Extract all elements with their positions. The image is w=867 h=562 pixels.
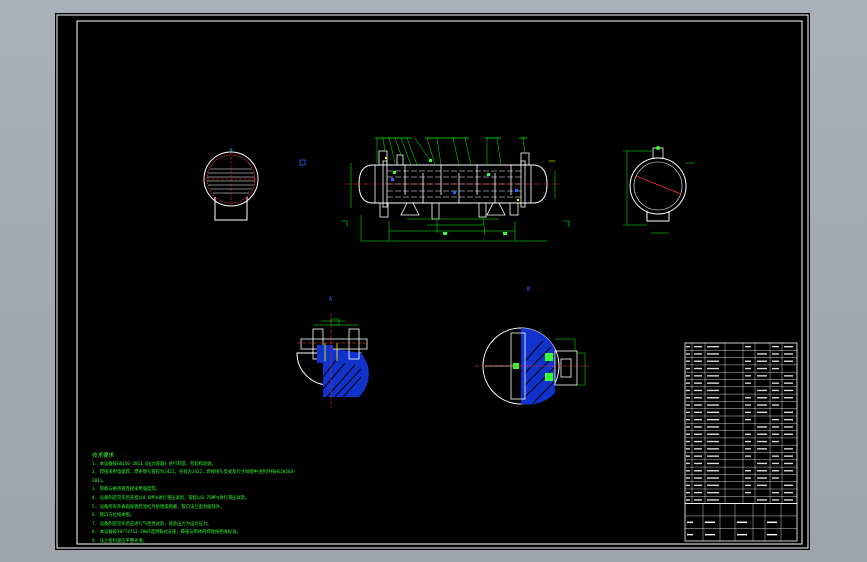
bill-of-materials (684, 342, 798, 505)
detail-b-view: B (475, 286, 589, 405)
section-mark-a: A (329, 297, 332, 303)
notes-title: 技术要求 (92, 453, 115, 459)
note-line-7: 7. 设备制造完毕后应进行气密性试验，试验压力为设计压力。 (92, 521, 212, 527)
note-line-4: 4. 设备制造完毕后壳程以0.6MPa进行液压试验，管程以0.75MPa进行液压… (92, 495, 250, 501)
detail-a-view: A (296, 296, 369, 408)
note-line-5: 5. 设备所有外表面除锈后涂红丹防锈漆两遍，管口法兰密封面除外。 (92, 504, 225, 510)
main-elevation-view (341, 137, 570, 242)
right-end-view (623, 146, 695, 234)
note-line-8: 8. 本设备按JB/T4712-2007选用鞍式支座，鞍座与筒体的焊接按相关标准… (92, 530, 241, 536)
cad-viewport[interactable]: A B 技术要求 1. 本设备按GB150-2011《压力容器》进行制造、检验和… (0, 0, 867, 562)
title-block (684, 503, 798, 542)
note-line-2: 2. 焊接采用电弧焊，焊条牌号管程为J422，壳程为J422，焊接接头型式及尺寸… (92, 470, 296, 484)
left-end-view (203, 148, 306, 221)
note-line-1: 1. 本设备按GB150-2011《压力容器》进行制造、检验和验收。 (92, 461, 216, 467)
drawing-sheet[interactable]: A B 技术要求 1. 本设备按GB150-2011《压力容器》进行制造、检验和… (55, 13, 810, 550)
note-line-6: 6. 管口方位按本图。 (92, 513, 135, 519)
section-mark-b: B (527, 287, 530, 293)
note-line-9: 9. 法兰密封面应平整光滑。 (92, 538, 148, 544)
note-line-3: 3. 管板与换热管连接采用强度焊。 (92, 487, 160, 493)
technical-notes: 技术要求 1. 本设备按GB150-2011《压力容器》进行制造、检验和验收。 … (92, 452, 302, 547)
